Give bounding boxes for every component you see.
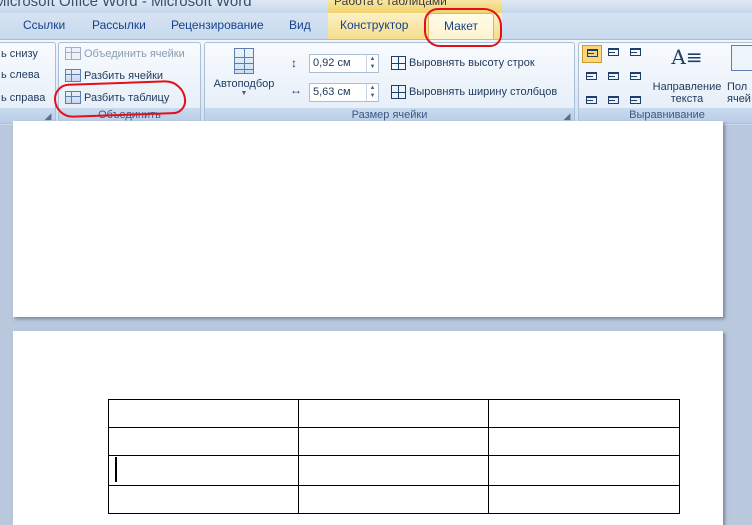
text-direction-label-line2: текста bbox=[670, 93, 704, 105]
autofit-label: Автоподбор bbox=[213, 78, 275, 90]
text-direction-icon: A≡ bbox=[671, 45, 703, 69]
table-cell[interactable] bbox=[298, 399, 489, 428]
tab-references[interactable]: Ссылки bbox=[23, 18, 65, 32]
split-cells-icon bbox=[65, 69, 81, 82]
split-table-button[interactable]: Разбить таблицу bbox=[65, 91, 169, 104]
context-title: Работа с таблицами bbox=[334, 0, 447, 8]
row-height-spinner[interactable]: ▲ ▼ bbox=[366, 55, 378, 72]
table-cell[interactable] bbox=[108, 427, 299, 456]
align-top-right-button[interactable] bbox=[626, 45, 646, 63]
cell-size-dialog-launcher-icon[interactable]: ◢ bbox=[562, 111, 572, 121]
ribbon-tabs: Ссылки Рассылки Рецензирование Вид Конст… bbox=[0, 13, 752, 40]
cell-margins-icon bbox=[731, 45, 752, 71]
align-top-left-icon bbox=[587, 49, 598, 57]
table-row bbox=[108, 455, 680, 486]
row-height-value: 0,92 см bbox=[313, 57, 351, 69]
insert-right-button[interactable]: ь справа bbox=[1, 92, 45, 104]
merge-cells-icon bbox=[65, 47, 81, 60]
document-area[interactable] bbox=[0, 121, 752, 525]
align-bottom-left-icon bbox=[586, 96, 597, 104]
group-rows-columns: ь снизу ь слева ь справа ◢ bbox=[0, 42, 56, 124]
ribbon: ь снизу ь слева ь справа ◢ Объединить яч… bbox=[0, 39, 752, 125]
window-title: Microsoft Office Word - Microsoft Word bbox=[0, 0, 252, 10]
autofit-dropdown-icon: ▼ bbox=[240, 90, 248, 97]
split-cells-label: Разбить ячейки bbox=[84, 69, 164, 82]
align-top-right-icon bbox=[630, 48, 641, 56]
insert-below-button[interactable]: ь снизу bbox=[1, 48, 38, 60]
table-cell-active[interactable] bbox=[108, 455, 299, 486]
row-height-input[interactable]: 0,92 см ▲ ▼ bbox=[309, 54, 379, 73]
column-width-icon: ↔ bbox=[290, 83, 302, 97]
document-table[interactable] bbox=[108, 399, 680, 514]
text-direction-label-line1: Направление bbox=[652, 81, 722, 93]
align-center-icon bbox=[608, 72, 619, 80]
align-top-center-button[interactable] bbox=[604, 45, 624, 63]
align-center-left-icon bbox=[586, 72, 597, 80]
split-cells-button[interactable]: Разбить ячейки bbox=[65, 69, 163, 82]
autofit-button[interactable]: Автоподбор ▼ bbox=[209, 46, 279, 97]
insert-right-label: ь справа bbox=[1, 92, 46, 104]
column-width-input[interactable]: 5,63 см ▲ ▼ bbox=[309, 83, 379, 102]
align-center-left-button[interactable] bbox=[582, 67, 602, 85]
dialog-launcher-icon[interactable]: ◢ bbox=[43, 111, 53, 121]
split-table-icon bbox=[65, 91, 81, 104]
group-cell-size: Автоподбор ▼ ↕ 0,92 см ▲ ▼ ↔ 5,63 см ▲ ▼ В… bbox=[204, 42, 575, 124]
distribute-rows-icon bbox=[391, 56, 406, 70]
text-direction-button[interactable]: A≡ Направление текста bbox=[649, 45, 725, 105]
align-bottom-right-icon bbox=[630, 96, 641, 104]
table-cell[interactable] bbox=[108, 485, 299, 514]
group-merge: Объединить ячейки Разбить ячейки Разбить… bbox=[58, 42, 201, 124]
page-1[interactable] bbox=[13, 121, 723, 317]
table-cell[interactable] bbox=[108, 399, 299, 428]
tab-mailings[interactable]: Рассылки bbox=[92, 18, 146, 32]
column-width-spinner[interactable]: ▲ ▼ bbox=[366, 84, 378, 101]
table-cell[interactable] bbox=[488, 399, 680, 428]
table-cell[interactable] bbox=[298, 455, 489, 486]
align-bottom-center-button[interactable] bbox=[604, 89, 624, 107]
row-height-icon: ↕ bbox=[291, 56, 297, 70]
page-2[interactable] bbox=[13, 331, 723, 525]
distribute-columns-icon bbox=[391, 85, 406, 99]
table-cell[interactable] bbox=[488, 427, 680, 456]
distribute-columns-label: Выровнять ширину столбцов bbox=[409, 86, 558, 98]
align-bottom-left-button[interactable] bbox=[582, 89, 602, 107]
align-center-right-button[interactable] bbox=[626, 67, 646, 85]
align-center-right-icon bbox=[630, 72, 641, 80]
align-bottom-center-icon bbox=[608, 96, 619, 104]
tab-review[interactable]: Рецензирование bbox=[171, 18, 264, 32]
merge-cells-label: Объединить ячейки bbox=[84, 47, 185, 60]
group-alignment: A≡ Направление текста Пол ячей Выравнива… bbox=[578, 42, 752, 124]
table-cell[interactable] bbox=[488, 455, 680, 486]
cell-margins-label-line1: Пол bbox=[727, 81, 748, 93]
insert-left-button[interactable]: ь слева bbox=[1, 69, 40, 81]
column-width-value: 5,63 см bbox=[313, 86, 351, 98]
table-row bbox=[108, 399, 680, 428]
merge-cells-button[interactable]: Объединить ячейки bbox=[65, 47, 185, 60]
autofit-icon bbox=[234, 48, 254, 74]
cell-margins-button[interactable]: Пол ячей bbox=[727, 45, 752, 105]
distribute-rows-button[interactable]: Выровнять высоту строк bbox=[391, 56, 535, 70]
text-cursor bbox=[115, 457, 117, 482]
table-cell[interactable] bbox=[488, 485, 680, 514]
align-top-center-icon bbox=[608, 48, 619, 56]
table-row bbox=[108, 485, 680, 514]
table-cell[interactable] bbox=[298, 485, 489, 514]
table-tools-context-header: Работа с таблицами bbox=[328, 0, 502, 13]
insert-left-label: ь слева bbox=[1, 69, 40, 81]
distribute-columns-button[interactable]: Выровнять ширину столбцов bbox=[391, 85, 557, 99]
tab-layout[interactable]: Макет bbox=[428, 13, 494, 40]
insert-below-label: ь снизу bbox=[1, 48, 38, 60]
title-bar: Microsoft Office Word - Microsoft Word Р… bbox=[0, 0, 752, 13]
split-table-label: Разбить таблицу bbox=[84, 91, 170, 104]
tab-view[interactable]: Вид bbox=[289, 18, 311, 32]
align-top-left-button[interactable] bbox=[582, 45, 602, 63]
tab-design[interactable]: Конструктор bbox=[340, 18, 408, 32]
table-cell[interactable] bbox=[298, 427, 489, 456]
align-bottom-right-button[interactable] bbox=[626, 89, 646, 107]
table-row bbox=[108, 427, 680, 456]
cell-margins-label-line2: ячей bbox=[727, 93, 751, 105]
distribute-rows-label: Выровнять высоту строк bbox=[409, 57, 535, 69]
align-center-button[interactable] bbox=[604, 67, 624, 85]
